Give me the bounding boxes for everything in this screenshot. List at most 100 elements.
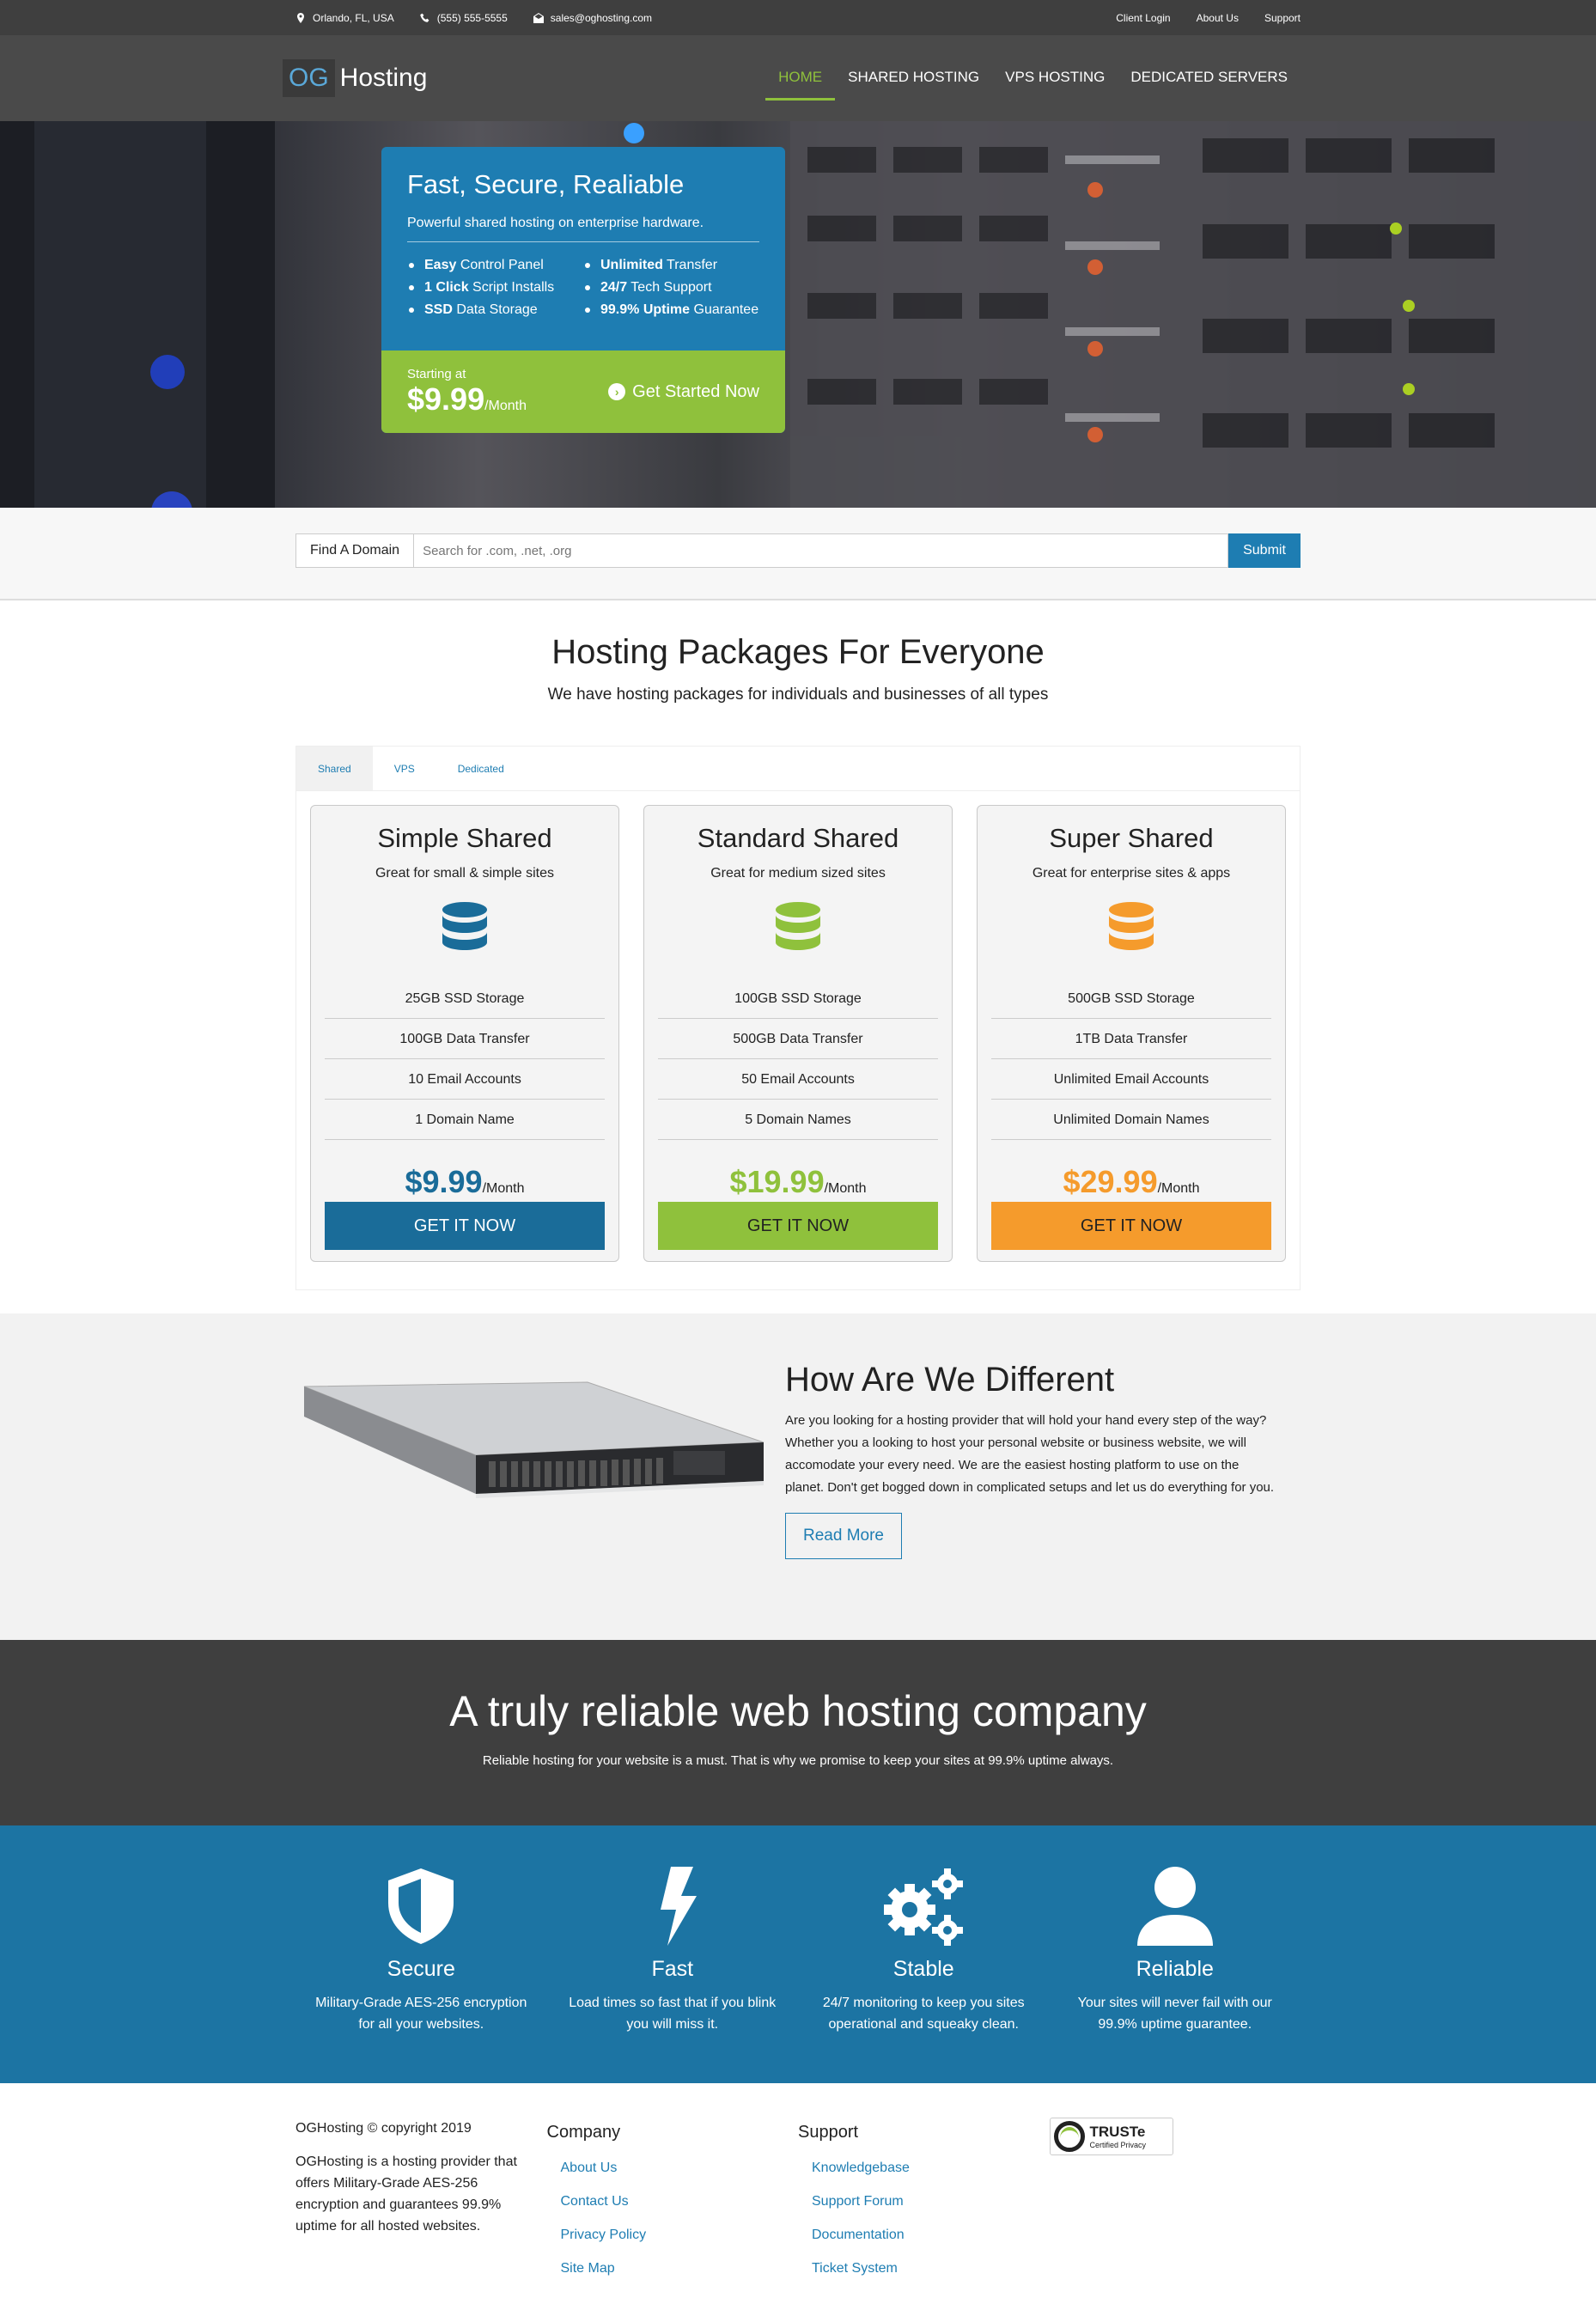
- footer-link-knowledgebase[interactable]: Knowledgebase: [812, 2151, 1050, 2185]
- hero-feature-list: Easy Control Panel 1 Click Script Instal…: [407, 254, 759, 321]
- plan-feature: 100GB SSD Storage: [658, 978, 938, 1019]
- hero-feature: 1 Click Script Installs: [407, 277, 583, 299]
- plan-price: $9.99/Month: [405, 1164, 525, 1199]
- plan-feature: 100GB Data Transfer: [325, 1019, 605, 1059]
- hero-pricing-bar: Starting at $9.99/Month › Get Started No…: [381, 350, 785, 433]
- plan-name: Simple Shared: [377, 823, 552, 853]
- plan-desc: Great for small & simple sites: [375, 866, 555, 881]
- about-us-link[interactable]: About Us: [1197, 12, 1239, 24]
- plan-card-simple: Simple Shared Great for small & simple s…: [310, 805, 619, 1262]
- nav-home[interactable]: HOME: [765, 57, 836, 101]
- feature-stable: Stable 24/7 monitoring to keep you sites…: [798, 1865, 1050, 2035]
- support-heading: Support: [798, 2123, 859, 2142]
- plan-price: $19.99/Month: [729, 1164, 867, 1199]
- feature-reliable: Reliable Your sites will never fail with…: [1050, 1865, 1301, 2035]
- about-text: OGHosting is a hosting provider that off…: [295, 2154, 517, 2234]
- different-title: How Are We Different: [785, 1361, 1115, 1399]
- packages-panel: Shared VPS Dedicated Simple Shared Great…: [295, 746, 1301, 1290]
- feature-title: Reliable: [1136, 1957, 1214, 1981]
- plan-feature: 10 Email Accounts: [325, 1059, 605, 1100]
- footer-link-sitemap[interactable]: Site Map: [561, 2252, 799, 2285]
- footer-link-about[interactable]: About Us: [561, 2151, 799, 2185]
- logo-og: OG: [283, 59, 335, 97]
- footer-link-tickets[interactable]: Ticket System: [812, 2252, 1050, 2285]
- hero-subtitle: Powerful shared hosting on enterprise ha…: [407, 216, 759, 242]
- feature-desc: Load times so fast that if you blink you …: [569, 1996, 777, 2032]
- user-icon: [1136, 1867, 1213, 1946]
- footer-company: Company About Us Contact Us Privacy Poli…: [547, 2118, 799, 2285]
- feature-desc: Your sites will never fail with our 99.9%…: [1077, 1996, 1272, 2032]
- hero-title: Fast, Secure, Realiable: [407, 169, 685, 199]
- reliable-title: A truly reliable web hosting company: [449, 1687, 1147, 1735]
- plan-card-standard: Standard Shared Great for medium sized s…: [643, 805, 953, 1262]
- phone-icon: [419, 13, 429, 22]
- packages-title: Hosting Packages For Everyone: [551, 633, 1045, 671]
- truste-title: TRUSTe: [1089, 2124, 1146, 2140]
- client-login-link[interactable]: Client Login: [1116, 12, 1170, 24]
- plan-feature: 1TB Data Transfer: [991, 1019, 1271, 1059]
- nav-shared-hosting[interactable]: SHARED HOSTING: [835, 57, 992, 101]
- domain-search-input[interactable]: [414, 533, 1228, 568]
- tab-shared[interactable]: Shared: [296, 747, 373, 790]
- server-rack-background: [0, 121, 1596, 508]
- truste-sub: Certified Privacy: [1089, 2141, 1147, 2149]
- domain-submit-button[interactable]: Submit: [1228, 533, 1301, 568]
- tab-dedicated[interactable]: Dedicated: [436, 747, 526, 790]
- location-text: Orlando, FL, USA: [313, 11, 394, 24]
- footer-link-docs[interactable]: Documentation: [812, 2218, 1050, 2252]
- plan-feature: 500GB SSD Storage: [991, 978, 1271, 1019]
- footer-link-forum[interactable]: Support Forum: [812, 2185, 1050, 2218]
- plan-feature: 25GB SSD Storage: [325, 978, 605, 1019]
- get-it-now-button[interactable]: GET IT NOW: [991, 1202, 1271, 1250]
- hero-feature: SSD Data Storage: [407, 299, 583, 321]
- plan-name: Super Shared: [1049, 823, 1214, 853]
- email-text[interactable]: sales@oghosting.com: [551, 12, 652, 24]
- phone-item: (555) 555-5555: [419, 11, 508, 24]
- database-icon: [776, 902, 820, 950]
- get-started-button[interactable]: › Get Started Now: [608, 382, 759, 402]
- different-section: How Are We Different Are you looking for…: [0, 1313, 1596, 1640]
- plan-price: $29.99/Month: [1063, 1164, 1200, 1199]
- nav-vps-hosting[interactable]: VPS HOSTING: [992, 57, 1118, 101]
- hero-offer-card: Fast, Secure, Realiable Powerful shared …: [381, 147, 785, 433]
- features-band: Secure Military-Grade AES-256 encryption…: [0, 1825, 1596, 2083]
- truste-badge[interactable]: TRUSTe Certified Privacy: [1049, 2118, 1173, 2155]
- plan-desc: Great for medium sized sites: [710, 866, 886, 881]
- plan-desc: Great for enterprise sites & apps: [1032, 866, 1231, 881]
- logo-name: Hosting: [339, 64, 428, 92]
- packages-section: Hosting Packages For Everyone We have ho…: [0, 600, 1596, 1313]
- find-domain-label: Find A Domain: [295, 533, 415, 568]
- rack-server-illustration: [303, 1381, 764, 1498]
- package-tabs: Shared VPS Dedicated: [296, 747, 1300, 791]
- feature-title: Secure: [387, 1957, 455, 1981]
- plan-feature: 500GB Data Transfer: [658, 1019, 938, 1059]
- company-heading: Company: [546, 2123, 621, 2142]
- hero-price: $9.99/Month: [407, 381, 527, 417]
- plan-feature: 50 Email Accounts: [658, 1059, 938, 1100]
- site-logo[interactable]: OG Hosting: [283, 59, 428, 97]
- map-pin-icon: [297, 12, 304, 23]
- tab-vps[interactable]: VPS: [373, 747, 436, 790]
- server-image: [295, 1313, 777, 1640]
- footer-support: Support Knowledgebase Support Forum Docu…: [798, 2118, 1050, 2285]
- main-nav: HOME SHARED HOSTING VPS HOSTING DEDICATE…: [765, 57, 1301, 101]
- truste-logo-icon: [1053, 2121, 1085, 2152]
- feature-title: Stable: [892, 1957, 954, 1981]
- plan-feature: Unlimited Email Accounts: [991, 1059, 1271, 1100]
- read-more-button[interactable]: Read More: [785, 1513, 902, 1559]
- footer-link-privacy[interactable]: Privacy Policy: [561, 2218, 799, 2252]
- copyright-text: OGHosting © copyright 2019: [295, 2121, 472, 2136]
- get-it-now-button[interactable]: GET IT NOW: [658, 1202, 938, 1250]
- footer-link-contact[interactable]: Contact Us: [561, 2185, 799, 2218]
- bolt-icon: [660, 1867, 697, 1946]
- email-item[interactable]: sales@oghosting.com: [533, 12, 652, 24]
- nav-dedicated-servers[interactable]: DEDICATED SERVERS: [1118, 57, 1301, 101]
- plan-feature: Unlimited Domain Names: [991, 1100, 1271, 1140]
- get-it-now-button[interactable]: GET IT NOW: [325, 1202, 605, 1250]
- plan-name: Standard Shared: [697, 823, 899, 853]
- support-link[interactable]: Support: [1264, 12, 1301, 24]
- cogs-icon: [884, 1868, 964, 1946]
- phone-text: (555) 555-5555: [436, 11, 508, 24]
- arrow-right-circle-icon: ›: [608, 383, 626, 400]
- packages-lead: We have hosting packages for individuals…: [547, 686, 1049, 704]
